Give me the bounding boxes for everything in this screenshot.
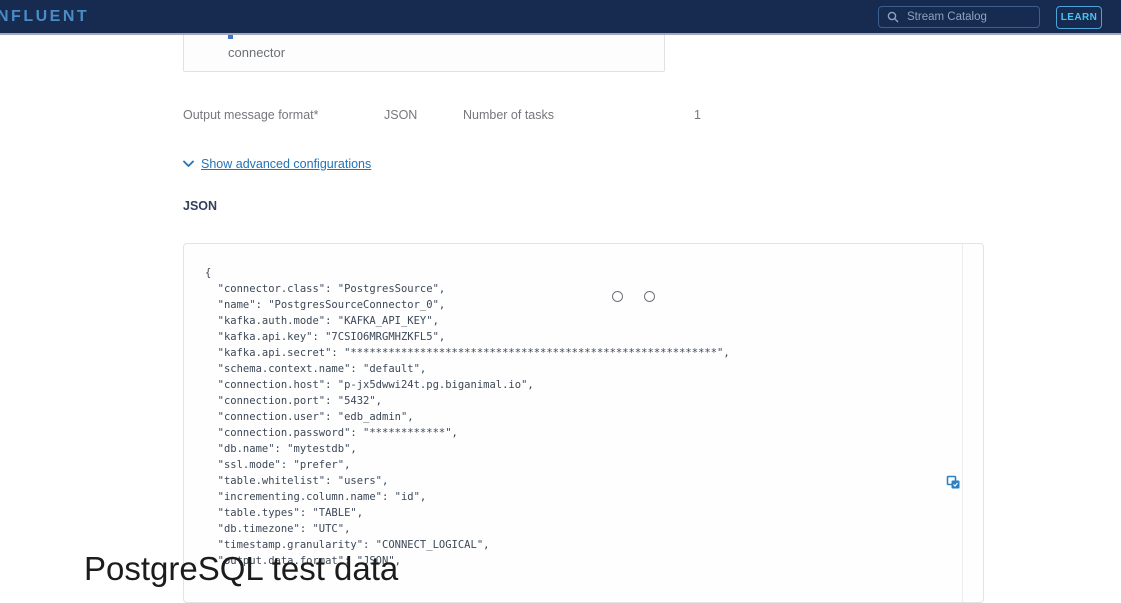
tasks-label: Number of tasks — [463, 108, 554, 122]
json-config-text: { "connector.class": "PostgresSource", "… — [184, 244, 983, 569]
radio-circle-2[interactable] — [644, 291, 655, 302]
show-advanced-configurations-link[interactable]: Show advanced configurations — [183, 157, 371, 171]
codeblock-scroll-edge — [962, 244, 963, 602]
connector-card-accent — [228, 35, 233, 39]
stream-catalog-search[interactable] — [878, 6, 1040, 28]
connector-card-label: connector — [228, 45, 285, 60]
radio-circle-1[interactable] — [612, 291, 623, 302]
search-input[interactable] — [905, 10, 1024, 24]
copy-icon[interactable] — [945, 475, 961, 491]
learn-button[interactable]: LEARN — [1056, 6, 1102, 29]
advanced-link-label: Show advanced configurations — [201, 157, 371, 171]
json-section-heading: JSON — [183, 199, 217, 213]
confluent-logo: NFLUENT — [0, 8, 89, 26]
output-format-label: Output message format* — [183, 108, 318, 122]
chevron-down-icon — [183, 160, 194, 168]
top-navbar: NFLUENT LEARN — [0, 0, 1121, 35]
search-icon — [887, 11, 899, 23]
bottom-caption: PostgreSQL test data — [84, 552, 398, 585]
output-format-value: JSON — [384, 108, 417, 122]
tasks-value: 1 — [694, 108, 701, 122]
json-config-codeblock: { "connector.class": "PostgresSource", "… — [183, 243, 984, 603]
